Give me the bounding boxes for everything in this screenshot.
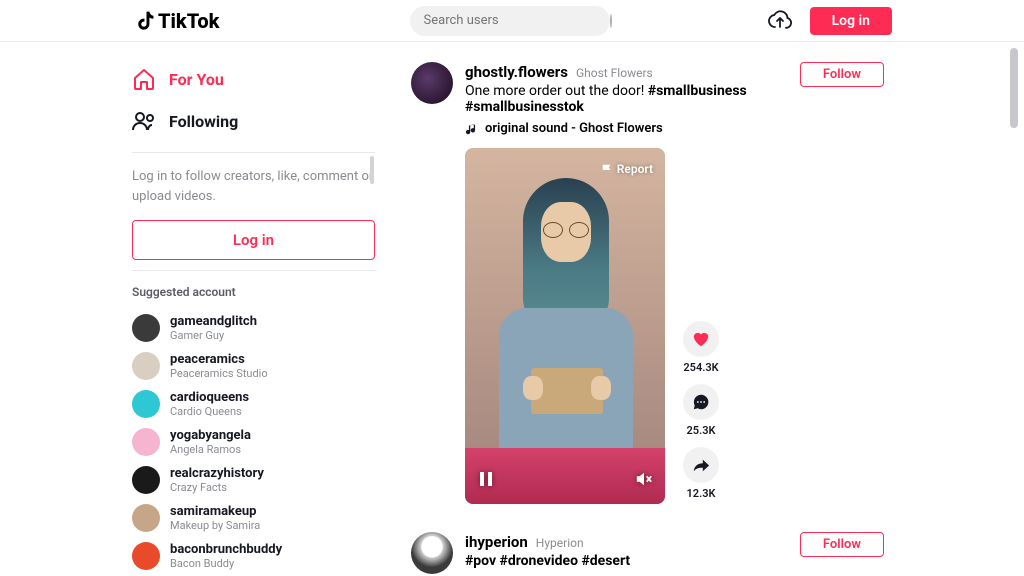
nav-for-you[interactable]: For You <box>132 58 375 100</box>
avatar[interactable] <box>411 532 453 574</box>
brand-text: TikTok <box>158 9 219 33</box>
like-count: 254.3K <box>683 361 719 374</box>
post-caption: #pov #dronevideo #desert <box>465 553 800 569</box>
search-wrap <box>219 6 767 36</box>
post-display-name: Hyperion <box>536 536 584 550</box>
avatar <box>132 352 160 380</box>
page-scrollbar[interactable] <box>1010 48 1018 128</box>
sidebar-login-button[interactable]: Log in <box>132 220 375 260</box>
account-username: peaceramics <box>170 352 268 367</box>
suggested-account[interactable]: baconbrunchbuddyBacon Buddy <box>132 537 375 575</box>
account-username: gameandglitch <box>170 314 257 329</box>
avatar <box>132 542 160 570</box>
video-thumbnail <box>465 148 665 504</box>
divider <box>132 270 375 271</box>
account-display: Makeup by Samira <box>170 519 260 532</box>
sound-label: original sound - Ghost Flowers <box>485 121 663 136</box>
flag-icon <box>601 163 613 175</box>
comment-icon <box>692 393 710 411</box>
avatar <box>132 504 160 532</box>
account-display: Peaceramics Studio <box>170 367 268 380</box>
login-prompt: Log in to follow creators, like, comment… <box>132 167 375 206</box>
share-action[interactable]: 12.3K <box>683 447 719 500</box>
logo[interactable]: TikTok <box>135 9 219 33</box>
account-display: Cardio Queens <box>170 405 249 418</box>
account-display: Gamer Guy <box>170 329 257 342</box>
nav-for-you-label: For You <box>169 70 224 89</box>
comment-count: 25.3K <box>683 424 719 437</box>
post-username[interactable]: ihyperion <box>465 533 528 551</box>
feed-post: ihyperion Hyperion #pov #dronevideo #des… <box>411 532 1024 576</box>
video-controls <box>477 470 653 492</box>
comment-action[interactable]: 25.3K <box>683 384 719 437</box>
post-display-name: Ghost Flowers <box>576 66 653 80</box>
account-display: Bacon Buddy <box>170 557 282 570</box>
suggested-account[interactable]: cardioqueensCardio Queens <box>132 385 375 423</box>
nav-following[interactable]: Following <box>132 100 375 142</box>
sound-link[interactable]: original sound - Ghost Flowers <box>465 121 800 136</box>
suggested-account[interactable]: samiramakeupMakeup by Samira <box>132 499 375 537</box>
suggested-header: Suggested account <box>132 285 375 299</box>
topbar-right: Log in <box>768 7 892 35</box>
top-bar: TikTok Log in <box>0 0 1024 42</box>
heart-icon <box>692 330 710 348</box>
music-note-icon <box>465 122 479 136</box>
people-icon <box>132 109 156 133</box>
account-username: yogabyangela <box>170 428 251 443</box>
sidebar-scrollbar[interactable] <box>370 156 374 184</box>
action-bar: 254.3K 25.3K 12.3K <box>683 148 719 504</box>
follow-button[interactable]: Follow <box>800 532 884 557</box>
feed: ghostly.flowers Ghost Flowers One more o… <box>375 42 1024 576</box>
account-username: realcrazyhistory <box>170 466 264 481</box>
avatar[interactable] <box>411 62 453 104</box>
sidebar: For You Following Log in to follow creat… <box>132 42 375 576</box>
mute-button[interactable] <box>635 470 653 492</box>
follow-button[interactable]: Follow <box>800 62 884 87</box>
suggested-account[interactable]: yogabyangelaAngela Ramos <box>132 423 375 461</box>
tiktok-logo-icon <box>135 9 157 33</box>
account-display: Crazy Facts <box>170 481 264 494</box>
search-input[interactable] <box>424 13 590 28</box>
share-icon <box>692 456 710 474</box>
login-button[interactable]: Log in <box>810 7 892 35</box>
avatar <box>132 314 160 342</box>
like-action[interactable]: 254.3K <box>683 321 719 374</box>
suggested-account[interactable]: gameandglitchGamer Guy <box>132 309 375 347</box>
feed-post: ghostly.flowers Ghost Flowers One more o… <box>411 62 1024 504</box>
search-box[interactable] <box>410 6 610 36</box>
pause-button[interactable] <box>477 470 495 492</box>
post-caption: One more order out the door! #smallbusin… <box>465 83 800 115</box>
post-username[interactable]: ghostly.flowers <box>465 63 568 81</box>
account-username: baconbrunchbuddy <box>170 542 282 557</box>
account-username: cardioqueens <box>170 390 249 405</box>
avatar <box>132 428 160 456</box>
loading-spinner-icon <box>610 14 612 28</box>
account-username: samiramakeup <box>170 504 260 519</box>
upload-icon[interactable] <box>768 10 792 32</box>
account-display: Angela Ramos <box>170 443 251 456</box>
divider <box>132 152 375 153</box>
nav-following-label: Following <box>169 112 238 131</box>
avatar <box>132 390 160 418</box>
avatar <box>132 466 160 494</box>
suggested-list: gameandglitchGamer GuypeaceramicsPeacera… <box>132 309 375 576</box>
share-count: 12.3K <box>683 487 719 500</box>
suggested-account[interactable]: realcrazyhistoryCrazy Facts <box>132 461 375 499</box>
report-button[interactable]: Report <box>601 162 653 176</box>
home-icon <box>132 67 156 91</box>
video-player[interactable]: Report <box>465 148 665 504</box>
suggested-account[interactable]: peaceramicsPeaceramics Studio <box>132 347 375 385</box>
hashtags[interactable]: #pov #dronevideo #desert <box>465 553 630 569</box>
